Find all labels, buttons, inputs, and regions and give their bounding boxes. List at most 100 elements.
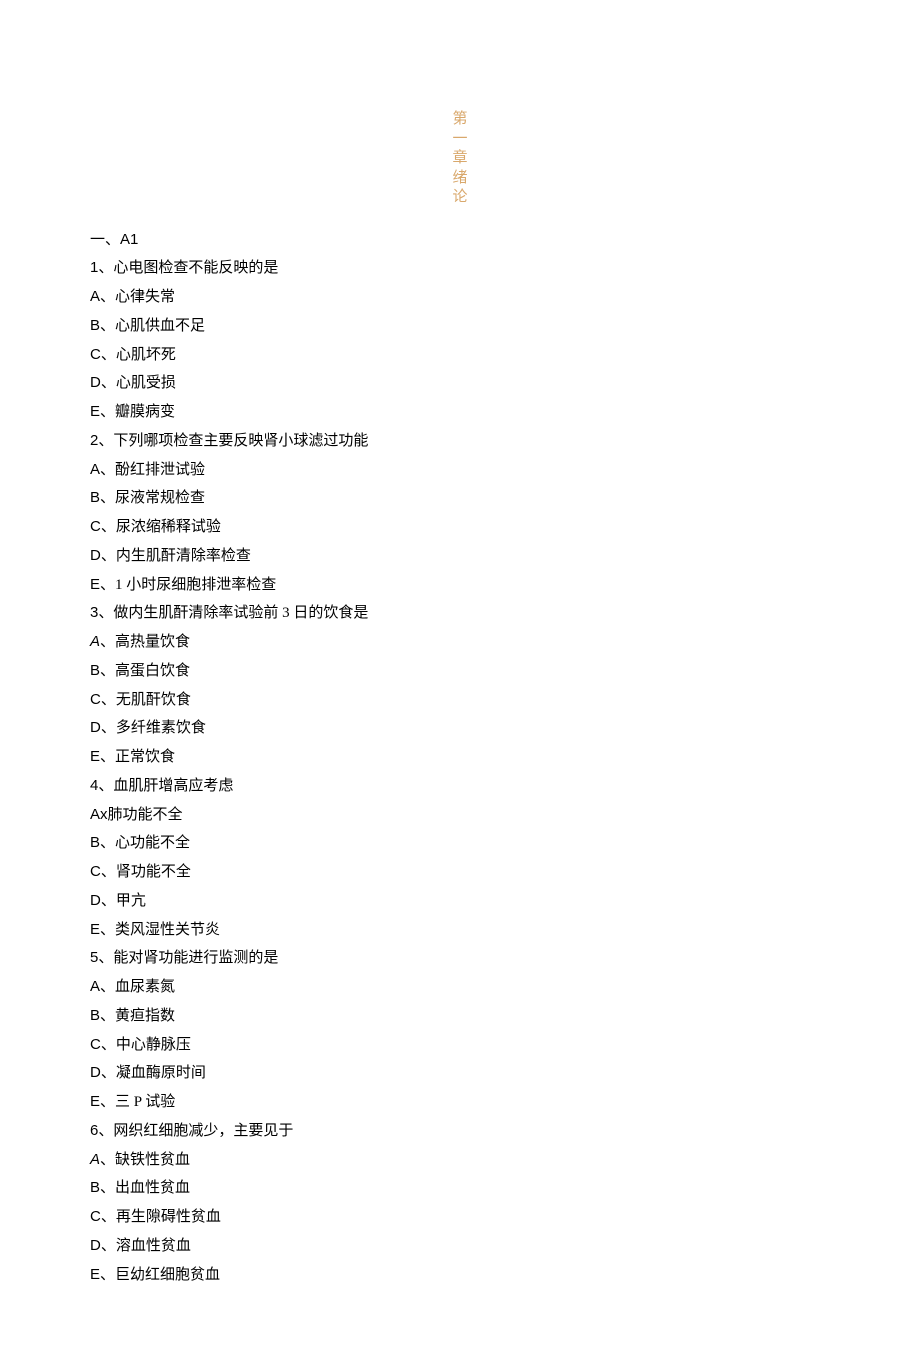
option-text: 、内生肌酐清除率检查 xyxy=(101,548,251,564)
option-text: 、心律失常 xyxy=(100,289,175,305)
question-stem: 、血肌肝增高应考虑 xyxy=(98,778,233,794)
section-label-code: A1 xyxy=(120,231,138,248)
chapter-title-line: 绪 xyxy=(90,169,830,189)
section-label-prefix: 一、 xyxy=(90,232,120,248)
option-text: 、巨幼红细胞贫血 xyxy=(100,1267,220,1283)
option-text: 、黄疸指数 xyxy=(100,1008,175,1024)
question-text: 4、血肌肝增高应考虑 xyxy=(90,772,830,801)
option: D、凝血酶原时间 xyxy=(90,1059,830,1088)
option: C、尿浓缩稀释试验 xyxy=(90,513,830,542)
question-text: 6、网织红细胞减少，主要见于 xyxy=(90,1117,830,1146)
question-stem: 、能对肾功能进行监测的是 xyxy=(98,950,278,966)
question: 6、网织红细胞减少，主要见于A、缺铁性贫血B、出血性贫血C、再生隙碍性贫血D、溶… xyxy=(90,1117,830,1290)
question-stem: 、心电图检查不能反映的是 xyxy=(98,260,278,276)
chapter-title-line: 论 xyxy=(90,188,830,208)
option-text: 、正常饮食 xyxy=(100,749,175,765)
question: 1、心电图检查不能反映的是A、心律失常B、心肌供血不足C、心肌坏死D、心肌受损E… xyxy=(90,254,830,427)
question-stem: 、做内生肌酐清除率试验前 3 日的饮食是 xyxy=(98,605,368,621)
question-text: 5、能对肾功能进行监测的是 xyxy=(90,944,830,973)
option-letter: A xyxy=(90,978,100,995)
option-letter: C xyxy=(90,1208,101,1225)
option-text: 、再生隙碍性贫血 xyxy=(101,1209,221,1225)
option-letter: A xyxy=(90,461,100,478)
option: E、瓣膜病变 xyxy=(90,398,830,427)
option-text: 、三 P 试验 xyxy=(100,1094,175,1110)
option: E、巨幼红细胞贫血 xyxy=(90,1261,830,1290)
option: B、心功能不全 xyxy=(90,829,830,858)
option-letter: B xyxy=(90,1179,100,1196)
option-text: 、溶血性贫血 xyxy=(101,1238,191,1254)
question-text: 2、下列哪项检查主要反映肾小球滤过功能 xyxy=(90,427,830,456)
option: A、缺铁性贫血 xyxy=(90,1146,830,1175)
option: D、多纤维素饮食 xyxy=(90,714,830,743)
option: D、心肌受损 xyxy=(90,369,830,398)
option-letter: E xyxy=(90,921,100,938)
option-letter: A xyxy=(90,288,100,305)
question-text: 3、做内生肌酐清除率试验前 3 日的饮食是 xyxy=(90,599,830,628)
option: B、尿液常规检查 xyxy=(90,484,830,513)
option: A、血尿素氮 xyxy=(90,973,830,1002)
option-text: 、尿液常规检查 xyxy=(100,490,205,506)
questions-container: 1、心电图检查不能反映的是A、心律失常B、心肌供血不足C、心肌坏死D、心肌受损E… xyxy=(90,254,830,1289)
question-stem: 、网织红细胞减少，主要见于 xyxy=(98,1123,293,1139)
option: Ax肺功能不全 xyxy=(90,801,830,830)
option-letter: B xyxy=(90,489,100,506)
option-letter: E xyxy=(90,748,100,765)
option-text: 、无肌酐饮食 xyxy=(101,692,191,708)
option-text: 、瓣膜病变 xyxy=(100,404,175,420)
option: A、心律失常 xyxy=(90,283,830,312)
option: E、类风湿性关节炎 xyxy=(90,916,830,945)
option-text: 、尿浓缩稀释试验 xyxy=(101,519,221,535)
option: C、肾功能不全 xyxy=(90,858,830,887)
section-label: 一、A1 xyxy=(90,226,830,255)
option: E、三 P 试验 xyxy=(90,1088,830,1117)
option-text: 、中心静脉压 xyxy=(101,1037,191,1053)
option-letter: C xyxy=(90,691,101,708)
question: 3、做内生肌酐清除率试验前 3 日的饮食是A、高热量饮食B、高蛋白饮食C、无肌酐… xyxy=(90,599,830,772)
option: D、甲亢 xyxy=(90,887,830,916)
option-text: 、心功能不全 xyxy=(100,835,190,851)
option-letter: A xyxy=(90,1151,100,1168)
option-text: 肺功能不全 xyxy=(108,807,183,823)
option-letter: B xyxy=(90,1007,100,1024)
option-letter: D xyxy=(90,374,101,391)
option: B、心肌供血不足 xyxy=(90,312,830,341)
option-letter: C xyxy=(90,346,101,363)
option-text: 、甲亢 xyxy=(101,893,146,909)
option: B、高蛋白饮食 xyxy=(90,657,830,686)
option-text: 、酚红排泄试验 xyxy=(100,462,205,478)
question-text: 1、心电图检查不能反映的是 xyxy=(90,254,830,283)
option-letter: D xyxy=(90,892,101,909)
option: B、黄疸指数 xyxy=(90,1002,830,1031)
option-letter: C xyxy=(90,863,101,880)
question: 2、下列哪项检查主要反映肾小球滤过功能A、酚红排泄试验B、尿液常规检查C、尿浓缩… xyxy=(90,427,830,600)
option-letter: B xyxy=(90,317,100,334)
option-text: 、1 小时尿细胞排泄率检查 xyxy=(100,577,276,593)
question: 5、能对肾功能进行监测的是A、血尿素氮B、黄疸指数C、中心静脉压D、凝血酶原时间… xyxy=(90,944,830,1117)
chapter-title-line: 第 xyxy=(90,110,830,130)
question-stem: 、下列哪项检查主要反映肾小球滤过功能 xyxy=(98,433,368,449)
option-letter: C xyxy=(90,518,101,535)
option-letter: E xyxy=(90,403,100,420)
option-text: 、高蛋白饮食 xyxy=(100,663,190,679)
option: D、溶血性贫血 xyxy=(90,1232,830,1261)
option-text: 、血尿素氮 xyxy=(100,979,175,995)
option: B、出血性贫血 xyxy=(90,1174,830,1203)
option-text: 、肾功能不全 xyxy=(101,864,191,880)
option: C、再生隙碍性贫血 xyxy=(90,1203,830,1232)
option-letter: Ax xyxy=(90,806,108,823)
option: D、内生肌酐清除率检查 xyxy=(90,542,830,571)
option-text: 、缺铁性贫血 xyxy=(100,1152,190,1168)
option: E、正常饮食 xyxy=(90,743,830,772)
option-text: 、凝血酶原时间 xyxy=(101,1065,206,1081)
chapter-title: 第 一 章 绪 论 xyxy=(90,110,830,208)
option-letter: D xyxy=(90,1064,101,1081)
option-letter: C xyxy=(90,1036,101,1053)
option: C、中心静脉压 xyxy=(90,1031,830,1060)
option-letter: E xyxy=(90,576,100,593)
option-text: 、多纤维素饮食 xyxy=(101,720,206,736)
option: A、酚红排泄试验 xyxy=(90,456,830,485)
option-letter: E xyxy=(90,1093,100,1110)
option-letter: D xyxy=(90,1237,101,1254)
option: C、心肌坏死 xyxy=(90,341,830,370)
